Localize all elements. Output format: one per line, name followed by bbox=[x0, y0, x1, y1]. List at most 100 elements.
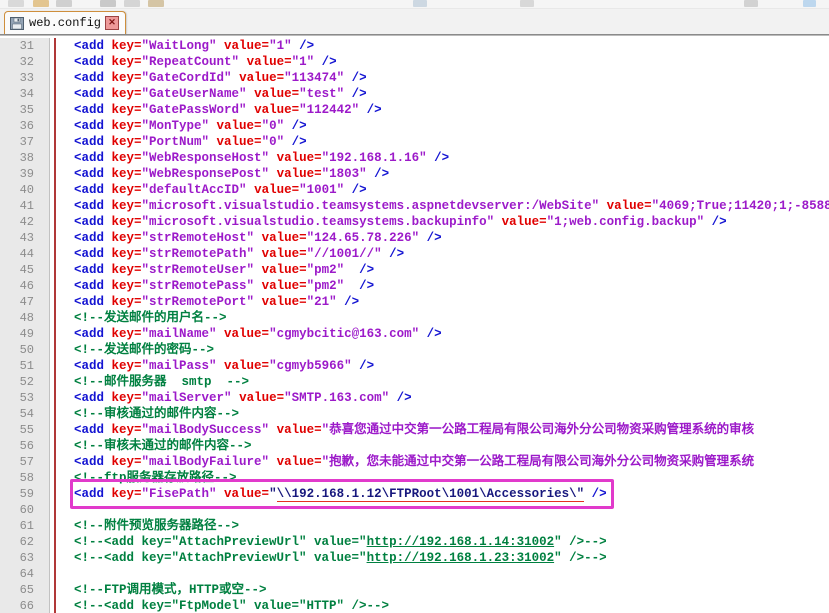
code-text: <add key="WebResponseHost" value="192.16… bbox=[56, 150, 829, 166]
code-line[interactable]: 48<!--发送邮件的用户名--> bbox=[0, 310, 829, 326]
code-text: <add key="strRemotePath" value="//1001//… bbox=[56, 246, 829, 262]
line-number: 45 bbox=[0, 262, 50, 278]
code-text: <add key="mailName" value="cgmybcitic@16… bbox=[56, 326, 829, 342]
code-text: <add key="strRemotePass" value="pm2" /> bbox=[56, 278, 829, 294]
code-line[interactable]: 63 <!--<add key="AttachPreviewUrl" value=… bbox=[0, 550, 829, 566]
code-line[interactable]: 32<add key="RepeatCount" value="1" /> bbox=[0, 54, 829, 70]
code-lines: 31<add key="WaitLong" value="1" />32<add… bbox=[0, 38, 829, 613]
code-line[interactable]: 55 <add key="mailBodySuccess" value="恭喜您通… bbox=[0, 422, 829, 438]
line-number: 35 bbox=[0, 102, 50, 118]
code-text: <add key="PortNum" value="0" /> bbox=[56, 134, 829, 150]
line-number: 31 bbox=[0, 38, 50, 54]
line-number: 46 bbox=[0, 278, 50, 294]
line-number: 40 bbox=[0, 182, 50, 198]
code-line[interactable]: 37 <add key="PortNum" value="0" /> bbox=[0, 134, 829, 150]
notepadpp-window: web.config ✕ 31 <add key="WaitLong" value… bbox=[0, 0, 829, 612]
code-text: <add key="defaultAccID" value="1001" /> bbox=[56, 182, 829, 198]
code-line[interactable]: 53<add key="mailServer" value="SMTP.163.… bbox=[0, 390, 829, 406]
code-text: <add key="mailPass" value="cgmyb5966" /> bbox=[56, 358, 829, 374]
code-text: <add key="GatePassWord" value="112442" /… bbox=[56, 102, 829, 118]
code-line[interactable]: 39<add key="WebResponsePost" value="1803… bbox=[0, 166, 829, 182]
line-number: 66 bbox=[0, 598, 50, 613]
line-number: 63 bbox=[0, 550, 50, 566]
code-line[interactable]: 59<add key="FisePath" value="\\192.168.1… bbox=[0, 486, 829, 502]
code-text: <add key="mailBodyFailure" value="抱歉，您未能… bbox=[56, 454, 829, 470]
code-line[interactable]: 38<add key="WebResponseHost" value="192.… bbox=[0, 150, 829, 166]
code-text: <!--邮件服务器 smtp --> bbox=[56, 374, 829, 390]
line-number: 47 bbox=[0, 294, 50, 310]
code-line[interactable]: 60 bbox=[0, 502, 829, 518]
code-line[interactable]: 46 <add key="strRemotePass" value="pm2" /… bbox=[0, 278, 829, 294]
code-text: <!--FTP调用模式，HTTP或空--> bbox=[56, 582, 829, 598]
toolbar-icon-sliver[interactable] bbox=[413, 0, 427, 7]
line-number: 55 bbox=[0, 422, 50, 438]
code-line[interactable]: 31 <add key="WaitLong" value="1" /> bbox=[0, 38, 829, 54]
code-text: <!--发送邮件的密码--> bbox=[56, 342, 829, 358]
line-number: 42 bbox=[0, 214, 50, 230]
line-number: 51 bbox=[0, 358, 50, 374]
code-text: <add key="microsoft.visualstudio.teamsys… bbox=[56, 214, 829, 230]
code-text: <add key="MonType" value="0" /> bbox=[56, 118, 829, 134]
code-text: <add key="GateCordId" value="113474" /> bbox=[56, 70, 829, 86]
code-line[interactable]: 41<add key="microsoft.visualstudio.teams… bbox=[0, 198, 829, 214]
code-line[interactable]: 57<add key="mailBodyFailure" value="抱歉，您… bbox=[0, 454, 829, 470]
code-line[interactable]: 44<add key="strRemotePath" value="//1001… bbox=[0, 246, 829, 262]
code-line[interactable]: 36<add key="MonType" value="0" /> bbox=[0, 118, 829, 134]
code-text: <!--附件预览服务器路径--> bbox=[56, 518, 829, 534]
line-number: 54 bbox=[0, 406, 50, 422]
toolbar-icon-sliver[interactable] bbox=[803, 0, 816, 7]
code-line[interactable]: 66 <!--<add key="FtpModel" value="HTTP" /… bbox=[0, 598, 829, 613]
close-icon[interactable]: ✕ bbox=[105, 16, 119, 30]
line-number: 41 bbox=[0, 198, 50, 214]
code-line[interactable]: 35 <add key="GatePassWord" value="112442"… bbox=[0, 102, 829, 118]
code-text: <!--<add key="AttachPreviewUrl" value="h… bbox=[56, 550, 829, 566]
code-line[interactable]: 61 <!--附件预览服务器路径--> bbox=[0, 518, 829, 534]
code-line[interactable]: 50 <!--发送邮件的密码--> bbox=[0, 342, 829, 358]
toolbar-icon-sliver[interactable] bbox=[8, 0, 24, 7]
toolbar-icon-sliver[interactable] bbox=[148, 0, 164, 7]
tab-title: web.config bbox=[29, 16, 101, 30]
code-text: <!--<add key="FtpModel" value="HTTP" />-… bbox=[56, 598, 829, 613]
toolbar-icon-sliver[interactable] bbox=[33, 0, 49, 7]
code-line[interactable]: 45<add key="strRemoteUser" value="pm2" /… bbox=[0, 262, 829, 278]
code-text: <add key="WaitLong" value="1" /> bbox=[56, 38, 829, 54]
code-text: <add key="mailServer" value="SMTP.163.co… bbox=[56, 390, 829, 406]
code-text: <!--<add key="AttachPreviewUrl" value="h… bbox=[56, 534, 829, 550]
code-line[interactable]: 51 <add key="mailPass" value="cgmyb5966" … bbox=[0, 358, 829, 374]
toolbar-icon-sliver[interactable] bbox=[124, 0, 140, 7]
code-text: <!--ftp服务器存放路径--> bbox=[56, 470, 829, 486]
toolbar-icon-sliver[interactable] bbox=[520, 0, 534, 7]
code-text: <add key="mailBodySuccess" value="恭喜您通过中… bbox=[56, 422, 829, 438]
code-line[interactable]: 64 bbox=[0, 566, 829, 582]
editor-area[interactable]: 31<add key="WaitLong" value="1" />32<add… bbox=[0, 35, 829, 613]
code-line[interactable]: 58<!--ftp服务器存放路径--> bbox=[0, 470, 829, 486]
line-number: 37 bbox=[0, 134, 50, 150]
toolbar-icon-sliver[interactable] bbox=[56, 0, 72, 7]
code-line[interactable]: 42 <add key="microsoft.visualstudio.teams… bbox=[0, 214, 829, 230]
code-line[interactable]: 56<!--审核未通过的邮件内容--> bbox=[0, 438, 829, 454]
code-line[interactable]: 33 <add key="GateCordId" value="113474" /… bbox=[0, 70, 829, 86]
code-line[interactable]: 49<add key="mailName" value="cgmybcitic@… bbox=[0, 326, 829, 342]
line-number: 64 bbox=[0, 566, 50, 582]
code-line[interactable]: 65<!--FTP调用模式，HTTP或空--> bbox=[0, 582, 829, 598]
tab-web-config[interactable]: web.config ✕ bbox=[4, 11, 126, 34]
code-text: <add key="WebResponsePost" value="1803" … bbox=[56, 166, 829, 182]
code-line[interactable]: 62 <!--<add key="AttachPreviewUrl" value=… bbox=[0, 534, 829, 550]
line-number: 32 bbox=[0, 54, 50, 70]
code-line[interactable]: 54<!--审核通过的邮件内容--> bbox=[0, 406, 829, 422]
code-line[interactable]: 34<add key="GateUserName" value="test" /… bbox=[0, 86, 829, 102]
line-number: 61 bbox=[0, 518, 50, 534]
code-text bbox=[56, 566, 829, 582]
line-number: 50 bbox=[0, 342, 50, 358]
line-number: 33 bbox=[0, 70, 50, 86]
toolbar-icon-sliver[interactable] bbox=[744, 0, 758, 7]
code-line[interactable]: 47<add key="strRemotePort" value="21" /> bbox=[0, 294, 829, 310]
code-text: <add key="FisePath" value="\\192.168.1.1… bbox=[56, 486, 829, 502]
code-line[interactable]: 52<!--邮件服务器 smtp --> bbox=[0, 374, 829, 390]
code-text bbox=[56, 502, 829, 518]
code-text: <!--发送邮件的用户名--> bbox=[56, 310, 829, 326]
code-line[interactable]: 43<add key="strRemoteHost" value="124.65… bbox=[0, 230, 829, 246]
line-number: 62 bbox=[0, 534, 50, 550]
code-line[interactable]: 40 <add key="defaultAccID" value="1001" /… bbox=[0, 182, 829, 198]
toolbar-icon-sliver[interactable] bbox=[100, 0, 116, 7]
